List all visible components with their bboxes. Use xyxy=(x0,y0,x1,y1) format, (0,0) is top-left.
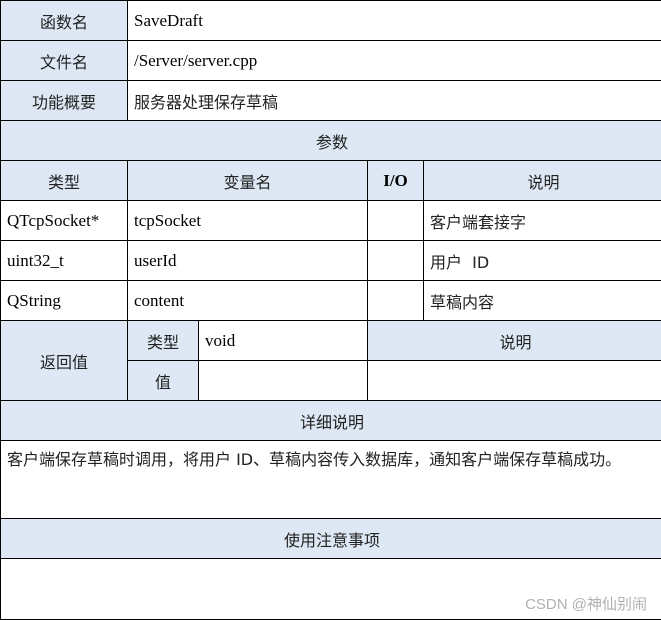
row-params-header: 类型 变量名 I/O 说明 xyxy=(0,160,661,201)
row-details-title: 详细说明 xyxy=(0,400,661,441)
file-name-value: /Server/server.cpp xyxy=(126,40,661,81)
notes-title: 使用注意事项 xyxy=(0,518,661,559)
function-name-value: SaveDraft xyxy=(126,0,661,41)
row-details-text: 客户端保存草稿时调用，将用户 ID、草稿内容传入数据库，通知客户端保存草稿成功。 xyxy=(0,440,661,519)
param-desc: 用户 ID xyxy=(422,240,661,281)
row-summary: 功能概要 服务器处理保存草稿 xyxy=(0,80,661,121)
params-title: 参数 xyxy=(0,120,661,161)
function-name-label: 函数名 xyxy=(0,0,128,41)
row-file-name: 文件名 /Server/server.cpp xyxy=(0,40,661,81)
return-value-value xyxy=(198,360,368,401)
param-header-name: 变量名 xyxy=(127,160,368,201)
return-type-label: 类型 xyxy=(127,320,199,361)
file-name-label: 文件名 xyxy=(0,40,128,81)
param-desc: 客户端套接字 xyxy=(422,200,661,241)
return-value-label: 值 xyxy=(127,360,199,401)
param-io xyxy=(367,280,424,321)
param-io xyxy=(367,240,424,281)
param-header-type: 类型 xyxy=(0,160,128,201)
param-type: QTcpSocket* xyxy=(0,200,128,241)
summary-value: 服务器处理保存草稿 xyxy=(126,80,661,121)
param-name: userId xyxy=(127,240,368,281)
row-notes-title: 使用注意事项 xyxy=(0,518,661,559)
row-return-type: 返回值 类型 void 说明 xyxy=(0,320,661,401)
return-type-value: void xyxy=(198,320,368,361)
watermark: CSDN @神仙别闹 xyxy=(525,596,647,613)
return-desc-label: 说明 xyxy=(366,320,661,361)
param-type: uint32_t xyxy=(0,240,128,281)
row-params-title: 参数 xyxy=(0,120,661,161)
row-function-name: 函数名 SaveDraft xyxy=(0,0,661,41)
param-header-desc: 说明 xyxy=(422,160,661,201)
param-type: QString xyxy=(0,280,128,321)
param-row: QString content 草稿内容 xyxy=(0,280,661,321)
param-row: QTcpSocket* tcpSocket 客户端套接字 xyxy=(0,200,661,241)
param-desc: 草稿内容 xyxy=(422,280,661,321)
param-name: tcpSocket xyxy=(127,200,368,241)
param-header-io: I/O xyxy=(367,160,424,201)
return-desc-value xyxy=(366,360,661,401)
param-row: uint32_t userId 用户 ID xyxy=(0,240,661,281)
function-spec-table: 函数名 SaveDraft 文件名 /Server/server.cpp 功能概… xyxy=(0,0,661,620)
summary-label: 功能概要 xyxy=(0,80,128,121)
return-label: 返回值 xyxy=(0,320,128,401)
param-io xyxy=(367,200,424,241)
details-text: 客户端保存草稿时调用，将用户 ID、草稿内容传入数据库，通知客户端保存草稿成功。 xyxy=(0,440,661,519)
param-name: content xyxy=(127,280,368,321)
details-title: 详细说明 xyxy=(0,400,661,441)
